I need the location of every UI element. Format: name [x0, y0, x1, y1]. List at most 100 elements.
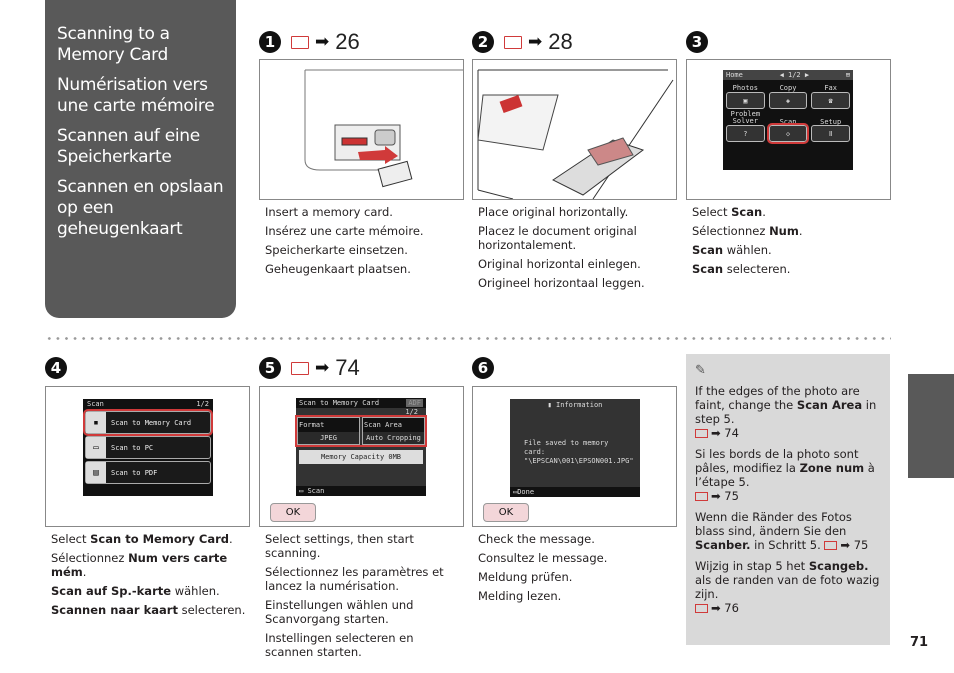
step-1-image: [259, 59, 464, 200]
problem-solver-button[interactable]: ?: [726, 125, 765, 142]
step-4-image: Scan 1/2 ▪ Scan to Memory Card ▭ Scan to P…: [45, 386, 250, 527]
title-en: Scanning to a Memory Card: [57, 24, 170, 65]
instruction-line: Original horizontal einlegen.: [478, 257, 641, 271]
page-reference[interactable]: 26: [335, 29, 359, 55]
arrow-icon: ➡: [711, 489, 721, 503]
menu-scan: Scan: [779, 118, 797, 126]
instruction-line: Sélectionnez Num.: [692, 224, 803, 238]
footer-scan: Scan: [307, 487, 325, 495]
instruction-line: Meldung prüfen.: [478, 570, 573, 584]
page-reference[interactable]: 76: [724, 601, 739, 615]
arrow-icon: ➡: [528, 32, 543, 52]
step-1-instructions: Insert a memory card. Insérez une carte m…: [265, 205, 465, 281]
section-title-box: Scanning to a Memory Card Numérisation v…: [45, 0, 236, 318]
format-setting[interactable]: Format JPEG: [297, 417, 360, 445]
scan-button[interactable]: ◇: [766, 123, 810, 144]
fax-button[interactable]: ☎: [811, 92, 850, 109]
step-6-header: 6: [472, 354, 494, 382]
chapter-tab: [908, 374, 954, 478]
footer-done: Done: [517, 488, 535, 496]
instruction-line: Select settings, then start scanning.: [265, 532, 414, 560]
instruction-line: Scan selecteren.: [692, 262, 791, 276]
setup-button[interactable]: ǁ: [811, 125, 850, 142]
page-reference[interactable]: 75: [724, 489, 739, 503]
instruction-line: Consultez le message.: [478, 551, 608, 565]
title-nl: Scannen en opslaan op een geheugenkaart: [57, 177, 224, 239]
page-reference[interactable]: 75: [854, 538, 869, 552]
step-3-image: Home ◀ 1/2 ▶ ⊞ Photos ▣ Copy ◈ Fax ☎ Proble…: [686, 59, 891, 200]
menu-problem-solver: Problem Solver: [730, 110, 761, 125]
step-4-header: 4: [45, 354, 67, 382]
copy-button[interactable]: ◈: [768, 92, 808, 109]
instruction-line: Melding lezen.: [478, 589, 562, 603]
step-4-instructions: Select Scan to Memory Card. Sélectionnez …: [51, 532, 251, 622]
ok-button[interactable]: OK: [483, 503, 529, 522]
step-number: 6: [472, 357, 494, 379]
arrow-icon: ➡: [711, 601, 721, 615]
photos-button[interactable]: ▣: [726, 92, 765, 109]
dotted-divider: [45, 337, 891, 340]
arrow-icon: ➡: [711, 426, 721, 440]
book-icon: [695, 604, 708, 613]
instruction-line: Instellingen selecteren en scannen start…: [265, 631, 414, 659]
instruction-line: Place original horizontally.: [478, 205, 629, 219]
page-number: 71: [910, 635, 929, 650]
instruction-line: Scannen naar kaart selecteren.: [51, 603, 246, 617]
page-reference[interactable]: 28: [548, 29, 572, 55]
note-paragraph: If the edges of the photo are faint, cha…: [695, 384, 877, 440]
menu-photos: Photos: [732, 84, 758, 92]
arrow-icon: ➡: [840, 538, 851, 552]
menu-copy: Copy: [779, 84, 797, 92]
screen-title: Scan to Memory Card: [299, 399, 380, 407]
step-2-header: 2 ➡ 28: [472, 28, 573, 56]
lcd-information-screen: ▮ Information File saved to memory card:…: [510, 399, 640, 497]
message: File saved to memory card:: [524, 439, 609, 456]
file-path: "\EPSCAN\001\EPSON001.JPG": [524, 457, 634, 465]
instruction-line: Insérez une carte mémoire.: [265, 224, 424, 238]
step-number: 5: [259, 357, 281, 379]
instruction-line: Placez le document original horizontalem…: [478, 224, 637, 252]
step-3-instructions: Select Scan. Sélectionnez Num. Scan wählen…: [692, 205, 892, 281]
pc-icon: ▭: [86, 437, 106, 458]
instruction-line: Speicherkarte einsetzen.: [265, 243, 408, 257]
menu-setup: Setup: [820, 118, 842, 126]
book-icon: [824, 541, 838, 550]
instruction-line: Select Scan.: [692, 205, 766, 219]
pdf-icon: ▤: [86, 462, 106, 483]
scan-area-setting[interactable]: Scan Area Auto Cropping: [362, 417, 425, 445]
memory-capacity: Memory Capacity 0MB: [299, 450, 423, 464]
scan-to-pdf-item[interactable]: ▤ Scan to PDF: [85, 461, 211, 484]
note-paragraph: Si les bords de la photo sont pâles, mod…: [695, 447, 875, 503]
note-box: ✎ If the edges of the photo are faint, c…: [686, 354, 890, 645]
pager: 1/2: [196, 400, 209, 408]
step-number: 3: [686, 31, 708, 53]
ok-button[interactable]: OK: [270, 503, 316, 522]
scan-to-memory-card-item[interactable]: ▪ Scan to Memory Card: [83, 409, 213, 436]
title-de: Scannen auf eine Speicherkarte: [57, 126, 200, 167]
adf-badge: ADF: [406, 399, 423, 407]
note-paragraph: Wenn die Ränder des Fotos blass sind, än…: [695, 510, 869, 552]
lcd-scan-settings-screen: Scan to Memory Card ADF 1/2 Format JPEG S…: [295, 398, 427, 496]
note-paragraph: Wijzig in stap 5 het Scangeb. als de ran…: [695, 559, 880, 615]
book-icon: [291, 35, 309, 49]
menu-fax: Fax: [824, 84, 837, 92]
step-number: 2: [472, 31, 494, 53]
scan-to-pc-item[interactable]: ▭ Scan to PC: [85, 436, 211, 459]
step-5-instructions: Select settings, then start scanning. Sél…: [265, 532, 465, 664]
page-reference[interactable]: 74: [335, 355, 359, 381]
instruction-line: Scan auf Sp.-karte wählen.: [51, 584, 220, 598]
step-2-image: [472, 59, 677, 200]
step-2-instructions: Place original horizontally. Placez le do…: [478, 205, 678, 295]
pencil-note-icon: ✎: [695, 363, 706, 378]
pager: ◀ 1/2 ▶: [779, 71, 810, 79]
step-5-image: Scan to Memory Card ADF 1/2 Format JPEG S…: [259, 386, 464, 527]
page-reference[interactable]: 74: [724, 426, 739, 440]
step-1-header: 1 ➡ 26: [259, 28, 360, 56]
instruction-line: Scan wählen.: [692, 243, 772, 257]
screen-title: Home: [726, 71, 743, 79]
arrow-icon: ➡: [315, 32, 330, 52]
step-5-header: 5 ➡ 74: [259, 354, 360, 382]
instruction-line: Insert a memory card.: [265, 205, 393, 219]
book-icon: [504, 35, 522, 49]
instruction-line: Sélectionnez les paramètres et lancez la…: [265, 565, 444, 593]
